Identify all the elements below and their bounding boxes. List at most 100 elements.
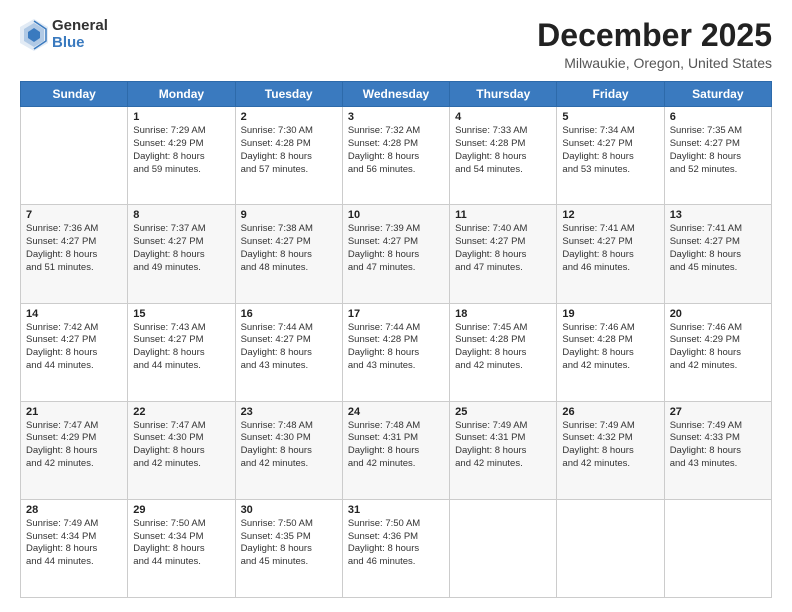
day-info: Sunrise: 7:41 AM Sunset: 4:27 PM Dayligh… <box>670 223 766 274</box>
calendar-cell: 4Sunrise: 7:33 AM Sunset: 4:28 PM Daylig… <box>450 107 557 205</box>
calendar-header: SundayMondayTuesdayWednesdayThursdayFrid… <box>21 82 772 107</box>
day-number: 3 <box>348 111 444 123</box>
calendar-cell: 24 Sunrise: 7:48 AM Sunset: 4:31 PM Dayli… <box>342 401 449 499</box>
day-info: Sunrise: 7:32 AM Sunset: 4:28 PM Dayligh… <box>348 125 444 176</box>
day-number: 20 <box>670 308 766 320</box>
day-of-week-sunday: Sunday <box>21 82 128 107</box>
calendar-cell: 22 Sunrise: 7:47 AM Sunset: 4:30 PM Dayli… <box>128 401 235 499</box>
day-number: 26 <box>562 406 658 418</box>
calendar-cell: 21 Sunrise: 7:47 AM Sunset: 4:29 PM Dayli… <box>21 401 128 499</box>
calendar-cell: 26 Sunrise: 7:49 AM Sunset: 4:32 PM Dayli… <box>557 401 664 499</box>
day-info: Sunrise: 7:46 AM Sunset: 4:28 PM Dayligh… <box>562 322 658 373</box>
day-number: 29 <box>133 504 229 516</box>
day-info: Sunrise: 7:35 AM Sunset: 4:27 PM Dayligh… <box>670 125 766 176</box>
day-info: Sunrise: 7:30 AM Sunset: 4:28 PM Dayligh… <box>241 125 337 176</box>
calendar-cell: 29Sunrise: 7:50 AM Sunset: 4:34 PM Dayli… <box>128 499 235 597</box>
day-info: Sunrise: 7:47 AM Sunset: 4:30 PM Dayligh… <box>133 420 229 471</box>
calendar-cell: 14Sunrise: 7:42 AM Sunset: 4:27 PM Dayli… <box>21 303 128 401</box>
days-of-week-row: SundayMondayTuesdayWednesdayThursdayFrid… <box>21 82 772 107</box>
day-number: 5 <box>562 111 658 123</box>
calendar-table: SundayMondayTuesdayWednesdayThursdayFrid… <box>20 81 772 598</box>
day-number: 16 <box>241 308 337 320</box>
day-info: Sunrise: 7:36 AM Sunset: 4:27 PM Dayligh… <box>26 223 122 274</box>
day-info: Sunrise: 7:29 AM Sunset: 4:29 PM Dayligh… <box>133 125 229 176</box>
day-info: Sunrise: 7:34 AM Sunset: 4:27 PM Dayligh… <box>562 125 658 176</box>
calendar-cell: 5 Sunrise: 7:34 AM Sunset: 4:27 PM Daylig… <box>557 107 664 205</box>
day-number: 13 <box>670 209 766 221</box>
logo-text: General Blue <box>52 18 108 51</box>
calendar-cell: 1 Sunrise: 7:29 AM Sunset: 4:29 PM Daylig… <box>128 107 235 205</box>
location: Milwaukie, Oregon, United States <box>537 55 772 71</box>
calendar-cell: 3 Sunrise: 7:32 AM Sunset: 4:28 PM Daylig… <box>342 107 449 205</box>
day-of-week-thursday: Thursday <box>450 82 557 107</box>
calendar-cell: 30 Sunrise: 7:50 AM Sunset: 4:35 PM Dayli… <box>235 499 342 597</box>
calendar-cell: 12Sunrise: 7:41 AM Sunset: 4:27 PM Dayli… <box>557 205 664 303</box>
calendar-cell: 17Sunrise: 7:44 AM Sunset: 4:28 PM Dayli… <box>342 303 449 401</box>
day-number: 2 <box>241 111 337 123</box>
calendar-cell: 7 Sunrise: 7:36 AM Sunset: 4:27 PM Daylig… <box>21 205 128 303</box>
calendar-cell: 16Sunrise: 7:44 AM Sunset: 4:27 PM Dayli… <box>235 303 342 401</box>
day-info: Sunrise: 7:42 AM Sunset: 4:27 PM Dayligh… <box>26 322 122 373</box>
page: General Blue December 2025 Milwaukie, Or… <box>0 0 792 612</box>
week-row-4: 21 Sunrise: 7:47 AM Sunset: 4:29 PM Dayli… <box>21 401 772 499</box>
day-info: Sunrise: 7:47 AM Sunset: 4:29 PM Dayligh… <box>26 420 122 471</box>
calendar-cell <box>557 499 664 597</box>
day-number: 7 <box>26 209 122 221</box>
day-info: Sunrise: 7:40 AM Sunset: 4:27 PM Dayligh… <box>455 223 551 274</box>
header: General Blue December 2025 Milwaukie, Or… <box>20 18 772 71</box>
day-of-week-wednesday: Wednesday <box>342 82 449 107</box>
day-number: 9 <box>241 209 337 221</box>
day-number: 1 <box>133 111 229 123</box>
day-info: Sunrise: 7:50 AM Sunset: 4:35 PM Dayligh… <box>241 518 337 569</box>
week-row-5: 28Sunrise: 7:49 AM Sunset: 4:34 PM Dayli… <box>21 499 772 597</box>
day-number: 24 <box>348 406 444 418</box>
calendar-cell: 10 Sunrise: 7:39 AM Sunset: 4:27 PM Dayli… <box>342 205 449 303</box>
day-of-week-friday: Friday <box>557 82 664 107</box>
day-number: 30 <box>241 504 337 516</box>
calendar-cell: 6 Sunrise: 7:35 AM Sunset: 4:27 PM Daylig… <box>664 107 771 205</box>
day-number: 11 <box>455 209 551 221</box>
day-number: 31 <box>348 504 444 516</box>
calendar-cell: 2 Sunrise: 7:30 AM Sunset: 4:28 PM Daylig… <box>235 107 342 205</box>
day-number: 10 <box>348 209 444 221</box>
day-info: Sunrise: 7:39 AM Sunset: 4:27 PM Dayligh… <box>348 223 444 274</box>
logo: General Blue <box>20 18 108 51</box>
day-info: Sunrise: 7:49 AM Sunset: 4:31 PM Dayligh… <box>455 420 551 471</box>
calendar-cell: 19 Sunrise: 7:46 AM Sunset: 4:28 PM Dayli… <box>557 303 664 401</box>
calendar-cell <box>664 499 771 597</box>
day-info: Sunrise: 7:50 AM Sunset: 4:36 PM Dayligh… <box>348 518 444 569</box>
day-number: 6 <box>670 111 766 123</box>
day-info: Sunrise: 7:49 AM Sunset: 4:34 PM Dayligh… <box>26 518 122 569</box>
day-info: Sunrise: 7:43 AM Sunset: 4:27 PM Dayligh… <box>133 322 229 373</box>
calendar-cell <box>21 107 128 205</box>
calendar-cell: 27Sunrise: 7:49 AM Sunset: 4:33 PM Dayli… <box>664 401 771 499</box>
day-number: 22 <box>133 406 229 418</box>
day-info: Sunrise: 7:49 AM Sunset: 4:32 PM Dayligh… <box>562 420 658 471</box>
calendar-cell: 15 Sunrise: 7:43 AM Sunset: 4:27 PM Dayli… <box>128 303 235 401</box>
calendar-cell: 13 Sunrise: 7:41 AM Sunset: 4:27 PM Dayli… <box>664 205 771 303</box>
day-info: Sunrise: 7:44 AM Sunset: 4:28 PM Dayligh… <box>348 322 444 373</box>
day-number: 15 <box>133 308 229 320</box>
day-number: 4 <box>455 111 551 123</box>
calendar-body: 1 Sunrise: 7:29 AM Sunset: 4:29 PM Daylig… <box>21 107 772 598</box>
logo-general-text: General <box>52 18 108 35</box>
day-number: 21 <box>26 406 122 418</box>
day-number: 19 <box>562 308 658 320</box>
day-number: 23 <box>241 406 337 418</box>
day-info: Sunrise: 7:46 AM Sunset: 4:29 PM Dayligh… <box>670 322 766 373</box>
day-number: 8 <box>133 209 229 221</box>
day-number: 27 <box>670 406 766 418</box>
day-number: 25 <box>455 406 551 418</box>
calendar-cell: 9 Sunrise: 7:38 AM Sunset: 4:27 PM Daylig… <box>235 205 342 303</box>
calendar-cell: 11 Sunrise: 7:40 AM Sunset: 4:27 PM Dayli… <box>450 205 557 303</box>
week-row-1: 1 Sunrise: 7:29 AM Sunset: 4:29 PM Daylig… <box>21 107 772 205</box>
day-info: Sunrise: 7:38 AM Sunset: 4:27 PM Dayligh… <box>241 223 337 274</box>
day-info: Sunrise: 7:48 AM Sunset: 4:30 PM Dayligh… <box>241 420 337 471</box>
logo-blue-text: Blue <box>52 35 108 52</box>
calendar-cell: 8 Sunrise: 7:37 AM Sunset: 4:27 PM Daylig… <box>128 205 235 303</box>
title-block: December 2025 Milwaukie, Oregon, United … <box>537 18 772 71</box>
day-info: Sunrise: 7:37 AM Sunset: 4:27 PM Dayligh… <box>133 223 229 274</box>
day-of-week-monday: Monday <box>128 82 235 107</box>
day-info: Sunrise: 7:48 AM Sunset: 4:31 PM Dayligh… <box>348 420 444 471</box>
calendar-cell: 23 Sunrise: 7:48 AM Sunset: 4:30 PM Dayli… <box>235 401 342 499</box>
